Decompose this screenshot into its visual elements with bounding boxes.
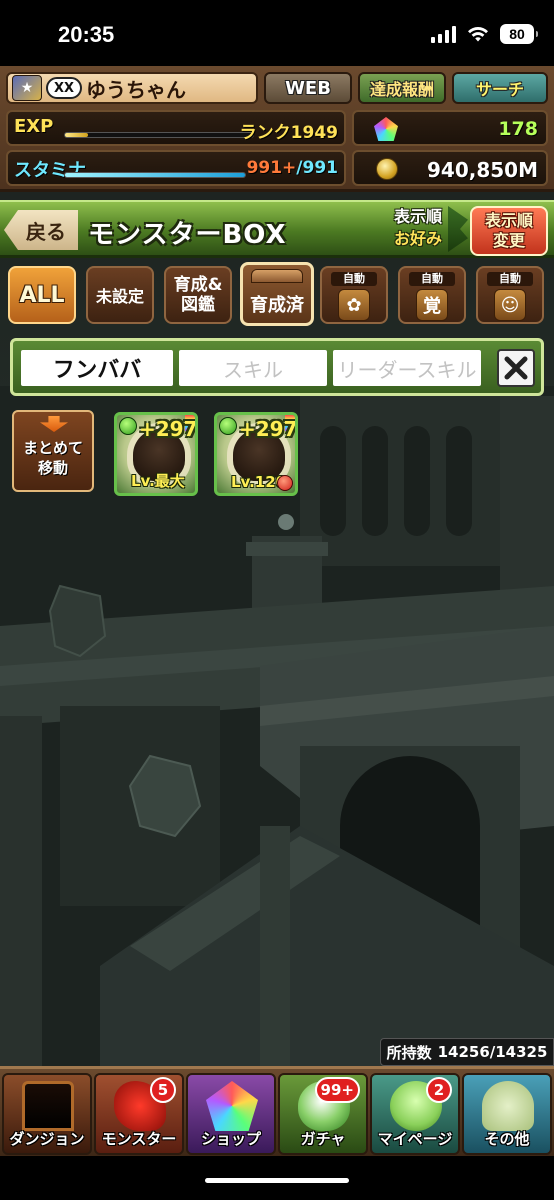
back-button[interactable]: 戻る bbox=[4, 210, 78, 250]
tab-auto-evolve[interactable]: 自動 ✿ bbox=[320, 266, 388, 324]
change-sort-line2: 変更 bbox=[492, 231, 525, 250]
tab-trained[interactable]: 育成済 bbox=[240, 262, 314, 326]
notification-badge: 99+ bbox=[314, 1077, 360, 1103]
search-button[interactable]: サーチ bbox=[452, 72, 548, 104]
nav-gacha[interactable]: 99+ ガチャ bbox=[278, 1073, 368, 1155]
player-name-box[interactable]: ★ XX ゆうちゃん bbox=[6, 72, 258, 104]
tab-training-guide[interactable]: 育成& 図鑑 bbox=[164, 266, 232, 324]
exp-label: EXP bbox=[14, 116, 54, 137]
tab-auto-awaken[interactable]: 自動 覚 bbox=[398, 266, 466, 324]
magic-stone-icon bbox=[374, 117, 398, 141]
leader-skill-search-input[interactable]: リーダースキル bbox=[333, 350, 481, 386]
stamina-current: 991+ bbox=[246, 158, 297, 178]
plus-value: +297 bbox=[139, 417, 198, 441]
plus-value: +297 bbox=[239, 417, 298, 441]
nav-my-page[interactable]: 2 マイページ bbox=[370, 1073, 460, 1155]
nav-label: ガチャ bbox=[300, 1130, 346, 1148]
battery-icon: 80 bbox=[500, 24, 538, 44]
game-screen: ★ XX ゆうちゃん WEB 達成報酬 サーチ EXP ランク1949 スタミナ… bbox=[0, 66, 554, 1200]
notification-badge: 5 bbox=[150, 1077, 176, 1103]
wood-attribute-icon bbox=[119, 417, 137, 435]
change-sort-button[interactable]: 表示順 変更 bbox=[470, 206, 548, 256]
box-count-label: 所持数 bbox=[386, 1043, 432, 1062]
nav-other[interactable]: その他 bbox=[462, 1073, 552, 1155]
nav-label: ショップ bbox=[200, 1130, 261, 1148]
stamina-row: スタミナ 991+/991 bbox=[6, 150, 346, 186]
bottom-nav: ダンジョン 5 モンスター ショップ 99+ ガチャ 2 マイページ その他 bbox=[0, 1066, 554, 1156]
nav-dungeon[interactable]: ダンジョン bbox=[2, 1073, 92, 1155]
chest-lid-icon bbox=[251, 269, 303, 283]
tab-auto-label: 自動 bbox=[409, 272, 455, 286]
wifi-icon bbox=[468, 26, 488, 42]
box-count-value: 14256/14325 bbox=[437, 1043, 548, 1061]
tab-unset[interactable]: 未設定 bbox=[86, 266, 154, 324]
monster-level: Lv.最大 bbox=[131, 472, 185, 490]
down-arrow-icon bbox=[40, 416, 68, 432]
monster-name-input[interactable]: フンババ bbox=[21, 350, 173, 386]
player-avatar-icon: ★ bbox=[12, 75, 42, 101]
tab-all[interactable]: ALL bbox=[8, 266, 76, 324]
stamina-label: スタミナ bbox=[14, 160, 86, 181]
web-button[interactable]: WEB bbox=[264, 72, 352, 104]
box-count: 所持数 14256/14325 bbox=[380, 1038, 554, 1066]
nav-label: マイページ bbox=[377, 1130, 453, 1148]
filter-tabs: ALL 未設定 育成& 図鑑 育成済 自動 ✿ 自動 覚 自動 ☺ bbox=[8, 262, 548, 330]
group-move-line1: まとめて bbox=[22, 439, 83, 457]
change-sort-line1: 表示順 bbox=[484, 211, 533, 230]
stamina-max: /991 bbox=[296, 158, 338, 178]
wood-attribute-icon bbox=[219, 417, 237, 435]
nav-label: モンスター bbox=[101, 1130, 177, 1148]
search-row: フンババ スキル リーダースキル bbox=[10, 338, 544, 396]
coin-count: 940,850M bbox=[427, 158, 538, 182]
group-move-line2: 移動 bbox=[37, 459, 68, 477]
player-name: ゆうちゃん bbox=[86, 77, 186, 102]
status-time: 20:35 bbox=[58, 22, 115, 47]
sell-icon: ☺ bbox=[494, 289, 526, 321]
tab-auto-sell[interactable]: 自動 ☺ bbox=[476, 266, 544, 324]
notification-badge: 2 bbox=[426, 1077, 452, 1103]
tab-training-guide-label: 育成& 図鑑 bbox=[173, 275, 223, 315]
signal-icon bbox=[431, 25, 456, 43]
monster-card[interactable]: +297 Lv.最大 bbox=[114, 412, 198, 496]
stamina-text: 991+/991 bbox=[247, 158, 338, 178]
monster-card[interactable]: +297 Lv.120 bbox=[214, 412, 298, 496]
exp-row: EXP ランク1949 bbox=[6, 110, 346, 146]
nav-label: ダンジョン bbox=[9, 1130, 85, 1148]
evolve-material-icon: ✿ bbox=[338, 289, 370, 321]
tab-auto-label: 自動 bbox=[331, 272, 377, 286]
page-title: モンスターBOX bbox=[88, 220, 287, 250]
awaken-icon: 覚 bbox=[416, 289, 448, 321]
group-move-button[interactable]: まとめて 移動 bbox=[12, 410, 94, 492]
magic-stone-count: 178 bbox=[498, 118, 538, 140]
skill-search-input[interactable]: スキル bbox=[179, 350, 327, 386]
top-panel: ★ XX ゆうちゃん WEB 達成報酬 サーチ EXP ランク1949 スタミナ… bbox=[0, 66, 554, 192]
status-bar: 20:35 80 bbox=[0, 0, 554, 66]
magic-stone-icon bbox=[206, 1081, 258, 1131]
player-badge: XX bbox=[46, 77, 82, 99]
title-bar: 戻る モンスターBOX 表示順 お好み 表示順 変更 bbox=[0, 200, 554, 258]
tab-trained-label: 育成済 bbox=[250, 295, 304, 316]
nav-shop[interactable]: ショップ bbox=[186, 1073, 276, 1155]
stamina-bar-fill bbox=[65, 173, 245, 177]
rank-text: ランク1949 bbox=[239, 123, 338, 143]
home-indicator bbox=[0, 1156, 554, 1200]
nav-monster[interactable]: 5 モンスター bbox=[94, 1073, 184, 1155]
fire-sub-attribute-icon bbox=[277, 475, 293, 491]
exp-bar-fill bbox=[65, 133, 88, 137]
status-icons: 80 bbox=[431, 24, 538, 44]
coin-row: 940,850M bbox=[352, 150, 548, 186]
achievements-button[interactable]: 達成報酬 bbox=[358, 72, 446, 104]
nav-label: その他 bbox=[484, 1130, 530, 1148]
exp-bar bbox=[64, 132, 254, 138]
close-icon bbox=[504, 356, 528, 380]
tab-auto-label: 自動 bbox=[487, 272, 533, 286]
magic-stone-row[interactable]: 178 bbox=[352, 110, 548, 146]
dungeon-gate-icon bbox=[22, 1081, 74, 1131]
clear-search-button[interactable] bbox=[497, 349, 535, 387]
question-mark-icon bbox=[482, 1081, 534, 1131]
stamina-bar bbox=[64, 172, 246, 178]
coin-icon bbox=[376, 158, 398, 180]
